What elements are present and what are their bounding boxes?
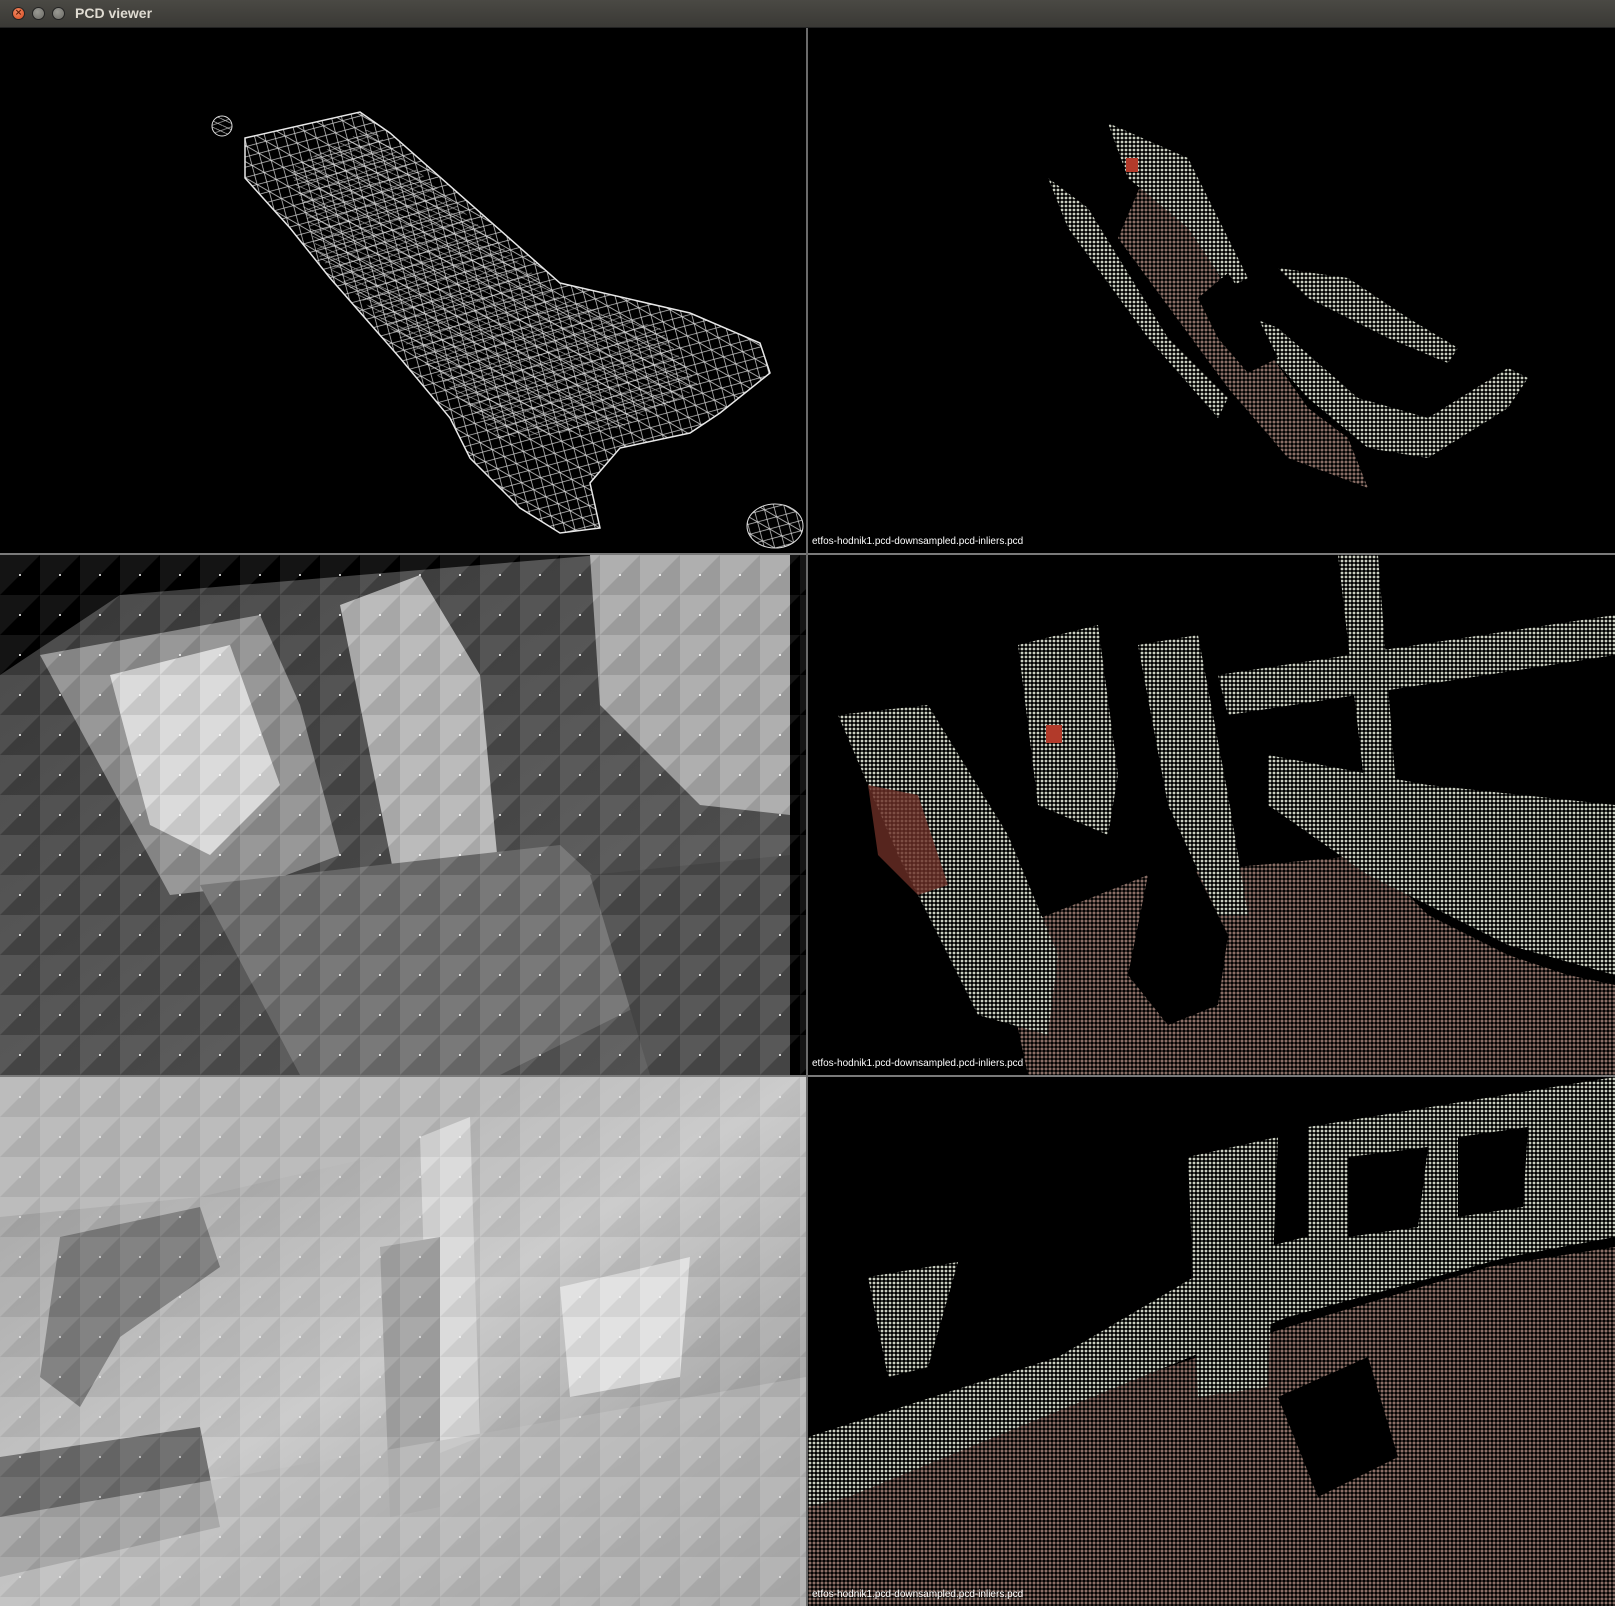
- viewport-label-top: etfos-hodnik1.pcd-downsampled.pcd-inlier…: [812, 536, 1024, 547]
- window-title: PCD viewer: [75, 5, 153, 21]
- wireframe-mesh-render: [211, 111, 804, 549]
- viewport-shaded-mesh-bottom[interactable]: [0, 1077, 806, 1606]
- maximize-window-icon[interactable]: [52, 7, 65, 20]
- pcd-viewer-window: × PCD viewer etfos-hodnik1.pcd-downsampl…: [0, 0, 1615, 1606]
- viewport-label-bottom: etfos-hodnik1.pcd-downsampled.pcd-inlier…: [812, 1589, 1024, 1600]
- viewport-wireframe-mesh[interactable]: [0, 28, 806, 553]
- point-cloud-render-top: [1048, 123, 1528, 488]
- viewport-point-cloud-middle[interactable]: etfos-hodnik1.pcd-downsampled.pcd-inlier…: [808, 555, 1615, 1075]
- viewport-divider-vertical: [806, 28, 808, 1606]
- title-bar[interactable]: × PCD viewer: [0, 0, 1615, 28]
- shaded-mesh-render-middle: [0, 555, 806, 1075]
- point-cloud-render-bottom: [808, 1077, 1615, 1606]
- minimize-window-icon[interactable]: [32, 7, 45, 20]
- viewport-point-cloud-top[interactable]: etfos-hodnik1.pcd-downsampled.pcd-inlier…: [808, 28, 1615, 553]
- point-cloud-render-middle: [838, 555, 1615, 1075]
- viewport-shaded-mesh-middle[interactable]: [0, 555, 806, 1075]
- shaded-mesh-render-bottom: [0, 1077, 806, 1606]
- viewport-point-cloud-bottom[interactable]: etfos-hodnik1.pcd-downsampled.pcd-inlier…: [808, 1077, 1615, 1606]
- close-window-icon[interactable]: ×: [12, 7, 25, 20]
- viewport-label-middle: etfos-hodnik1.pcd-downsampled.pcd-inlier…: [812, 1058, 1024, 1069]
